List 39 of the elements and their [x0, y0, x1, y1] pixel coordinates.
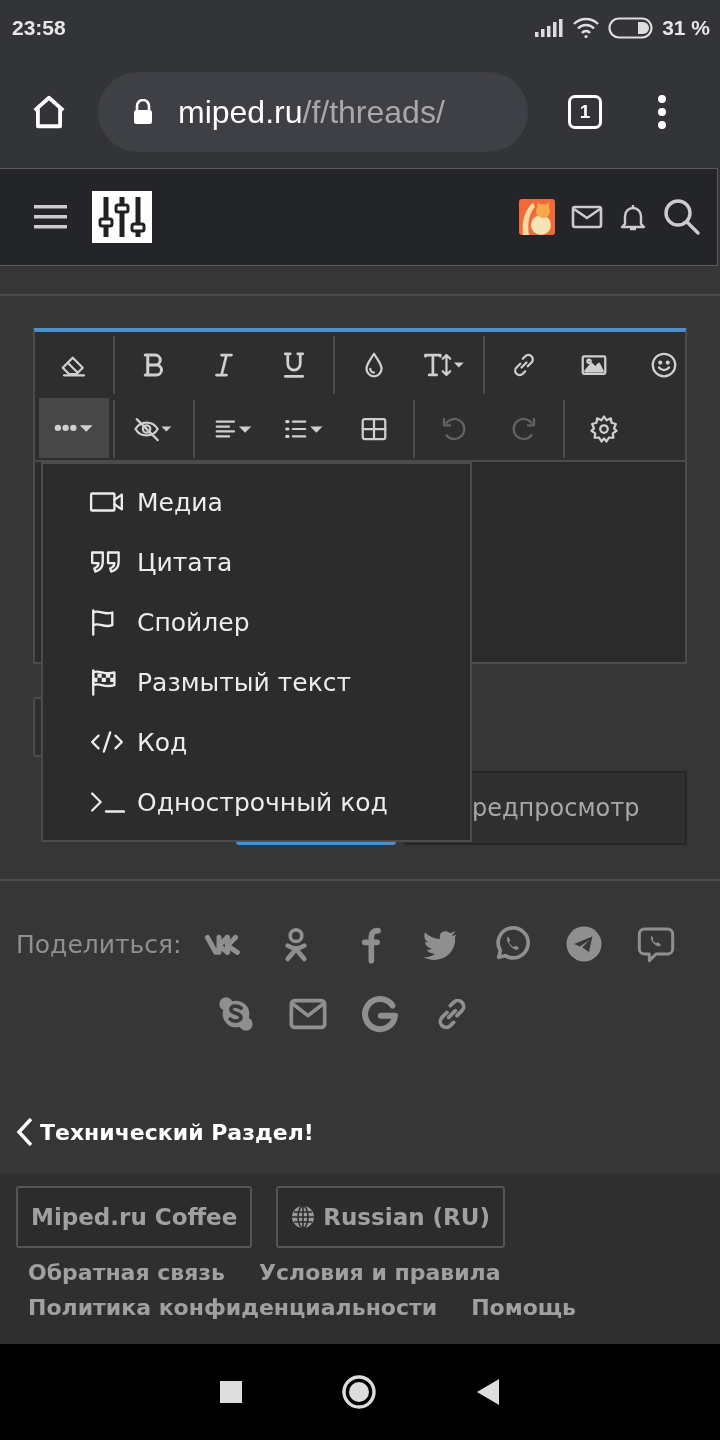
- bell-icon[interactable]: [619, 202, 647, 232]
- toolbar-button[interactable]: [39, 398, 109, 458]
- signal-icon: [534, 18, 565, 38]
- lock-icon: [132, 99, 154, 125]
- address-bar[interactable]: miped.ru/f/threads/: [98, 72, 528, 152]
- sliders-logo-icon[interactable]: [92, 191, 152, 243]
- menu-item[interactable]: Медиа: [43, 472, 470, 532]
- url-text: miped.ru/f/threads/: [178, 93, 445, 131]
- smiley-icon: [649, 350, 679, 380]
- footer-link[interactable]: Обратная связь: [28, 1260, 226, 1285]
- status-time: 23:58: [12, 16, 66, 40]
- home-button-icon[interactable]: [341, 1374, 377, 1410]
- battery-icon: [608, 17, 655, 39]
- envelope-icon[interactable]: [571, 204, 603, 230]
- language-chooser-button[interactable]: Russian (RU): [276, 1186, 505, 1248]
- back-icon[interactable]: [475, 1378, 501, 1406]
- chevron-left-icon: [16, 1117, 34, 1147]
- google-icon[interactable]: [360, 994, 400, 1034]
- battery-percentage: 31 %: [662, 16, 710, 40]
- style-chooser-button[interactable]: Miped.ru Coffee: [16, 1186, 253, 1248]
- more-icon: [54, 423, 94, 433]
- search-icon[interactable]: [663, 198, 701, 236]
- overflow-menu-icon[interactable]: [656, 94, 668, 130]
- footer-link[interactable]: Помощь: [471, 1295, 576, 1320]
- recents-icon[interactable]: [219, 1380, 243, 1404]
- menu-item[interactable]: Цитата: [43, 532, 470, 592]
- breadcrumb-link[interactable]: Технический Раздел!: [16, 1117, 720, 1147]
- menu-item[interactable]: Размытый текст: [43, 652, 470, 712]
- skype-icon[interactable]: [216, 994, 256, 1034]
- footer-link[interactable]: Условия и правила: [259, 1260, 501, 1285]
- share-label: Поделиться:: [16, 929, 182, 959]
- footer-link[interactable]: Политика конфиденциальности: [28, 1295, 438, 1320]
- settings-icon: [589, 414, 619, 444]
- menu-item[interactable]: Спойлер: [43, 592, 470, 652]
- menu-icon[interactable]: [34, 202, 68, 232]
- tab-count-button[interactable]: 1: [568, 95, 602, 129]
- wifi-icon: [572, 17, 601, 39]
- globe-icon: [291, 1205, 316, 1229]
- menu-item[interactable]: Код: [43, 712, 470, 772]
